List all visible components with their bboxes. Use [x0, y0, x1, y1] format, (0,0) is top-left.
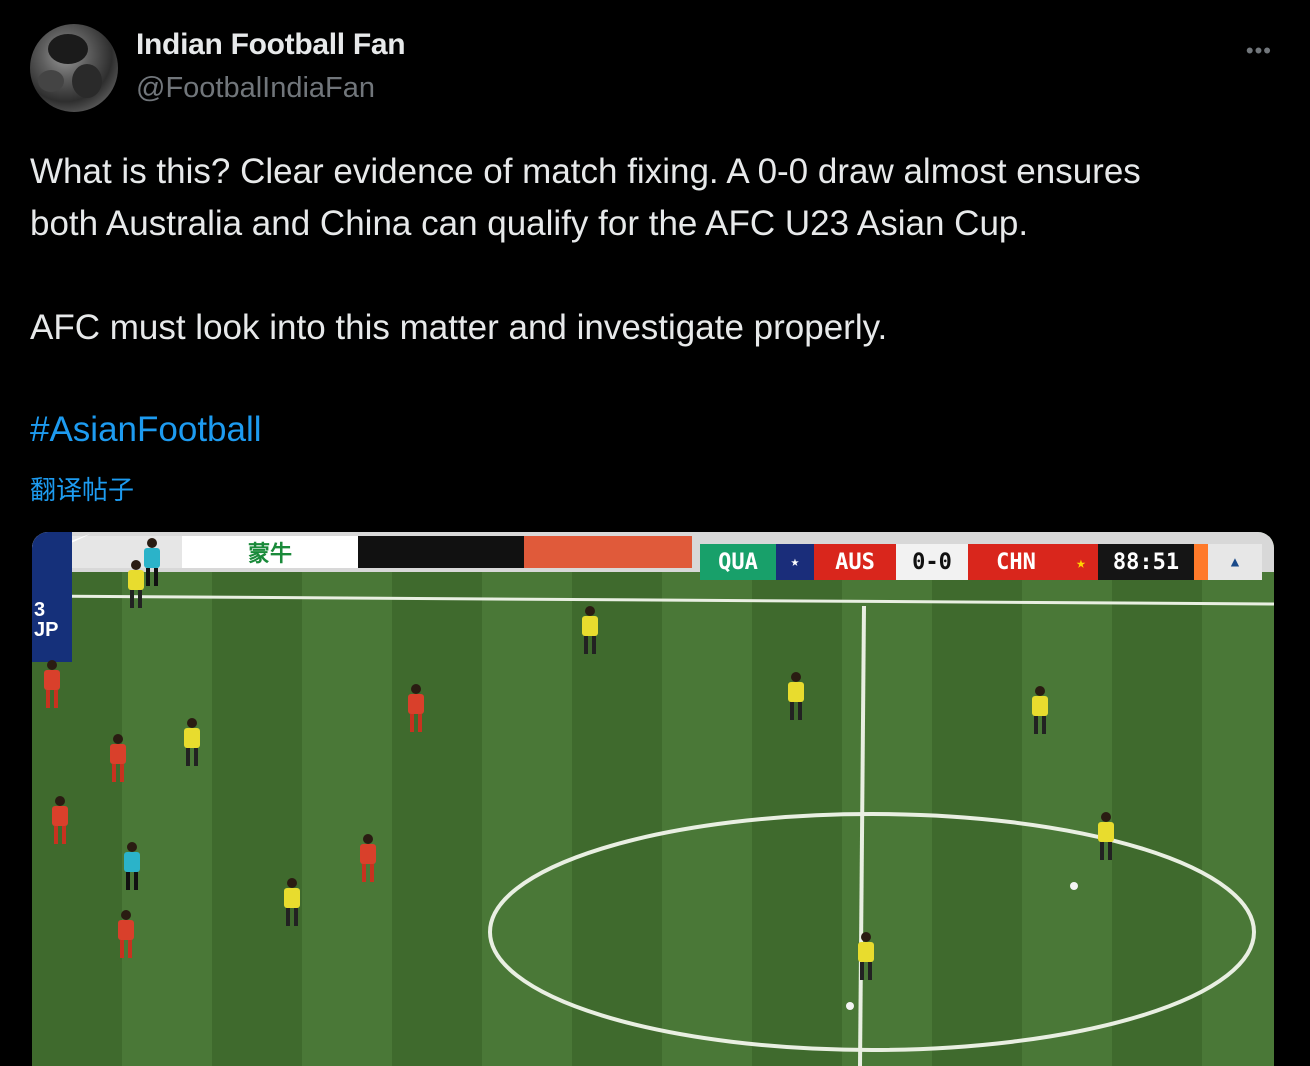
player-aus	[858, 932, 874, 980]
football	[846, 1002, 854, 1010]
pitch-markings	[32, 594, 1274, 1066]
player-aus	[184, 718, 200, 766]
tweet-line: What is this? Clear evidence of match fi…	[30, 152, 1141, 191]
score: 0-0	[896, 544, 968, 580]
player-aus	[1098, 812, 1114, 860]
player-aus	[284, 878, 300, 926]
player-chn	[360, 834, 376, 882]
player-chn	[52, 796, 68, 844]
player-chn	[110, 734, 126, 782]
tweet-media-image[interactable]: 蒙牛 QUA ★ AUS 0-0 CHN ★ 88:51 ▲ 3 JP	[32, 532, 1274, 1066]
side-graphic: 3 JP	[32, 532, 72, 662]
home-team: AUS	[814, 544, 896, 580]
broadcaster-logo: ▲	[1208, 544, 1262, 580]
ad-mengniu: 蒙牛	[182, 536, 358, 568]
match-clock: 88:51	[1098, 544, 1194, 580]
ad-sponsor	[524, 536, 692, 568]
author-avatar[interactable]	[30, 24, 118, 112]
player-chn	[408, 684, 424, 732]
player-chn	[44, 660, 60, 708]
player-chn	[118, 910, 134, 958]
football	[1070, 882, 1078, 890]
player-aus	[788, 672, 804, 720]
author-display-name[interactable]: Indian Football Fan	[136, 28, 406, 62]
china-flag-icon: ★	[1064, 544, 1098, 580]
scoreboard: QUA ★ AUS 0-0 CHN ★ 88:51 ▲	[700, 544, 1262, 580]
player-aus	[1032, 686, 1048, 734]
away-team: CHN	[968, 544, 1064, 580]
more-options-icon[interactable]: •••	[1246, 38, 1272, 64]
author-handle[interactable]: @FootbalIndiaFan	[136, 72, 375, 105]
assistant-referee	[144, 538, 160, 586]
referee	[124, 842, 140, 890]
tweet-line: AFC must look into this matter and inves…	[30, 308, 888, 347]
nike-swoosh-icon	[34, 534, 524, 568]
australia-flag-icon: ★	[776, 544, 814, 580]
qualifier-label: QUA	[700, 544, 776, 580]
tweet-body: What is this? Clear evidence of match fi…	[30, 146, 1280, 354]
player-aus	[582, 606, 598, 654]
translate-post-link[interactable]: 翻译帖子	[30, 470, 134, 507]
side-graphic-label: 3 JP	[34, 599, 59, 641]
hashtag-link[interactable]: #AsianFootball	[30, 410, 262, 450]
tweet-line: both Australia and China can qualify for…	[30, 204, 1029, 243]
player-aus	[128, 560, 144, 608]
